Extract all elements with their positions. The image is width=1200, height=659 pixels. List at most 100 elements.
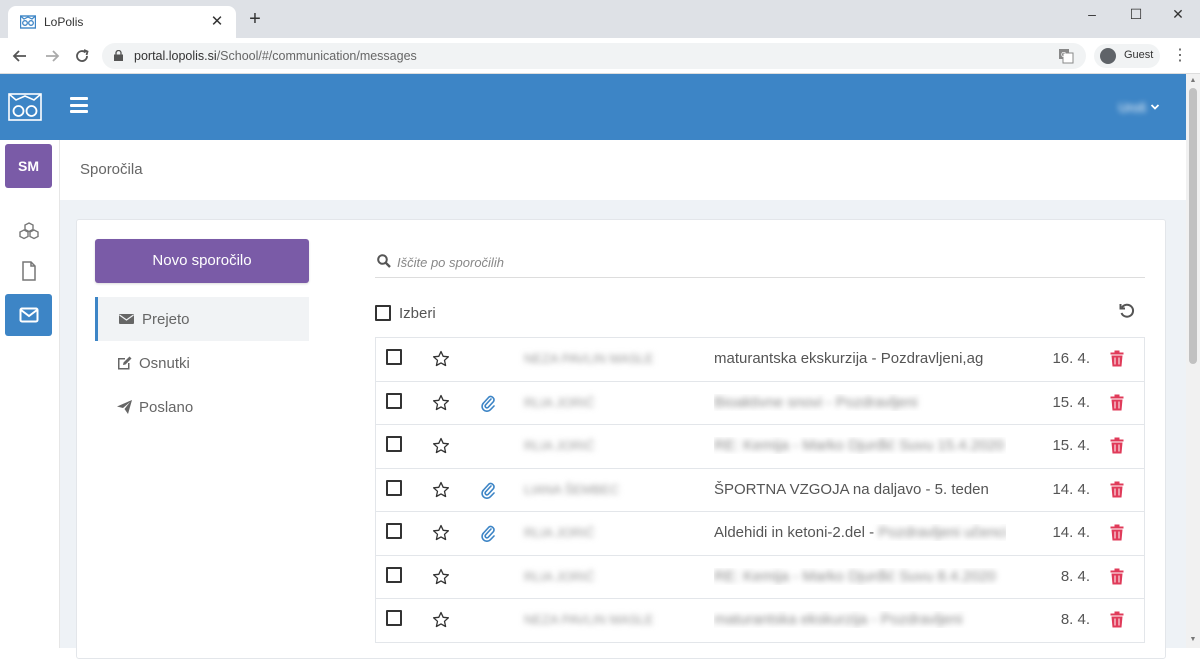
message-checkbox[interactable] [386,349,402,365]
trash-icon[interactable] [1110,481,1124,498]
folder-sent[interactable]: Poslano [95,385,309,429]
message-row[interactable]: RLIA JORIĆ RE: Kemija - Marko Djurđić Suv… [376,556,1144,599]
user-menu[interactable]: Uroš [1119,98,1160,116]
paperclip-icon [480,524,496,542]
scroll-down-icon[interactable]: ▼ [1189,636,1197,644]
user-name: Uroš [1118,99,1146,115]
app-header: Uroš [0,74,1186,140]
hamburger-menu-icon[interactable] [70,97,88,113]
message-row[interactable]: RLIA JORIĆ Bioaktivne snovi - Pozdravljen… [376,382,1144,425]
new-tab-button[interactable]: + [245,8,265,31]
message-checkbox[interactable] [386,392,402,409]
file-icon [21,261,36,281]
folder-drafts[interactable]: Osnutki [95,341,309,385]
search-icon [377,254,391,268]
refresh-icon[interactable] [1118,302,1136,320]
star-icon[interactable] [432,611,450,629]
browser-menu-icon[interactable]: ⋮ [1172,48,1188,64]
new-message-button[interactable]: Novo sporočilo [95,239,309,283]
star-icon[interactable] [432,350,450,368]
folder-inbox[interactable]: Prejeto [95,297,309,341]
reload-icon[interactable] [72,46,92,66]
message-date: 15. 4. [1052,437,1090,454]
send-icon [117,400,132,414]
address-bar[interactable]: portal.lopolis.si/School/#/communication… [102,43,1086,69]
message-date: 16. 4. [1052,350,1090,367]
minimize-button[interactable]: – [1080,6,1104,26]
left-icon-rail: SM [0,140,60,648]
message-preview-text: Pozdravljeni učenci [878,524,1006,541]
user-avatar[interactable]: SM [5,144,52,188]
message-checkbox[interactable] [386,566,402,583]
close-window-button[interactable]: ✕ [1166,6,1190,26]
page-title: Sporočila [80,161,143,178]
chevron-down-icon [1150,104,1160,110]
rail-item-groups[interactable] [5,210,52,252]
message-checkbox[interactable] [386,610,402,626]
rail-item-documents[interactable] [5,250,52,292]
star-icon[interactable] [432,394,450,412]
paperclip-icon [480,481,496,499]
trash-icon[interactable] [1110,568,1124,585]
lopolis-favicon-icon [20,15,36,29]
back-arrow-icon[interactable] [10,46,30,66]
trash-icon[interactable] [1110,524,1124,541]
maximize-button[interactable]: ☐ [1124,6,1148,26]
message-subject: maturantska ekskurzija - Pozdravljeni [714,611,1006,628]
breadcrumb: Sporočila [60,140,1186,200]
trash-icon[interactable] [1110,437,1124,454]
select-all-label: Izberi [399,304,436,322]
trash-icon[interactable] [1110,394,1124,411]
profile-button[interactable]: Guest [1094,44,1160,68]
message-row[interactable]: NEZA PAVLIN MASLE maturantska ekskurzija … [376,338,1144,382]
message-date: 8. 4. [1060,611,1090,628]
browser-tab[interactable]: LoPolis ✕ [8,6,236,38]
svg-text:G: G [1061,52,1066,59]
message-subject: Bioaktivne snovi - Pozdravljeni [714,394,1006,411]
tab-close-icon[interactable]: ✕ [208,12,226,30]
select-all[interactable]: Izberi [375,304,436,322]
message-subject-text: ŠPORTNA VZGOJA na daljavo - 5. teden [714,480,989,498]
message-row[interactable]: NEZA PAVLIN MASLE maturantska ekskurzija … [376,599,1144,643]
message-row[interactable]: RLIA JORIĆ RE: Kemija - Marko Djurđić Suv… [376,425,1144,469]
trash-icon[interactable] [1110,350,1124,367]
message-subject-text: Aldehidi in ketoni-2.del - [714,524,879,541]
star-icon[interactable] [432,524,450,542]
profile-avatar-icon [1100,48,1116,64]
message-sender: LIANA ŠEMBEC [524,481,620,497]
star-icon[interactable] [432,481,450,499]
message-row[interactable]: RLIA JORIĆ Aldehidi in ketoni-2.del - Poz… [376,512,1144,556]
translate-icon[interactable]: G [1058,48,1074,64]
message-preview-text: maturantska ekskurzija - Pozdravljeni [714,611,963,628]
message-preview-text: RE: Kemija - Marko Djurđić Suvu 15.4.202… [714,437,1005,454]
message-checkbox[interactable] [386,436,402,452]
message-preview-text: RE: Kemija - Marko Djurđić Suvu 8.4.2020 [714,567,996,585]
star-icon[interactable] [432,568,450,586]
message-row[interactable]: LIANA ŠEMBEC ŠPORTNA VZGOJA na daljavo - … [376,469,1144,512]
message-subject: Aldehidi in ketoni-2.del - Pozdravljeni … [714,524,1006,541]
rail-item-messages[interactable] [5,294,52,336]
message-subject: RE: Kemija - Marko Djurđić Suvu 15.4.202… [714,437,1006,454]
lopolis-logo-icon[interactable] [8,90,42,122]
scroll-up-icon[interactable]: ▲ [1189,77,1197,85]
message-subject: RE: Kemija - Marko Djurđić Suvu 8.4.2020 [714,568,1006,585]
message-checkbox[interactable] [386,479,402,496]
forward-arrow-icon[interactable] [42,46,62,66]
lock-icon [114,50,123,61]
message-sender: NEZA PAVLIN MASLE [524,612,654,627]
page-scrollbar[interactable]: ▲ ▼ [1186,74,1200,648]
message-date: 14. 4. [1052,480,1090,498]
message-preview-text: Bioaktivne snovi - Pozdravljeni [714,393,918,411]
message-sender: RLIA JORIĆ [524,438,595,453]
browser-tab-strip: LoPolis ✕ + – ☐ ✕ [0,0,1200,38]
scrollbar-thumb[interactable] [1189,88,1197,364]
search-input[interactable] [397,250,1097,274]
tab-title: LoPolis [44,15,84,29]
star-icon[interactable] [432,437,450,455]
message-date: 14. 4. [1052,524,1090,541]
browser-toolbar: portal.lopolis.si/School/#/communication… [0,38,1200,74]
select-all-checkbox[interactable] [375,305,391,321]
message-checkbox[interactable] [386,523,402,539]
trash-icon[interactable] [1110,611,1124,628]
message-subject-text: maturantska ekskurzija - Pozdravljeni,ag [714,350,984,367]
